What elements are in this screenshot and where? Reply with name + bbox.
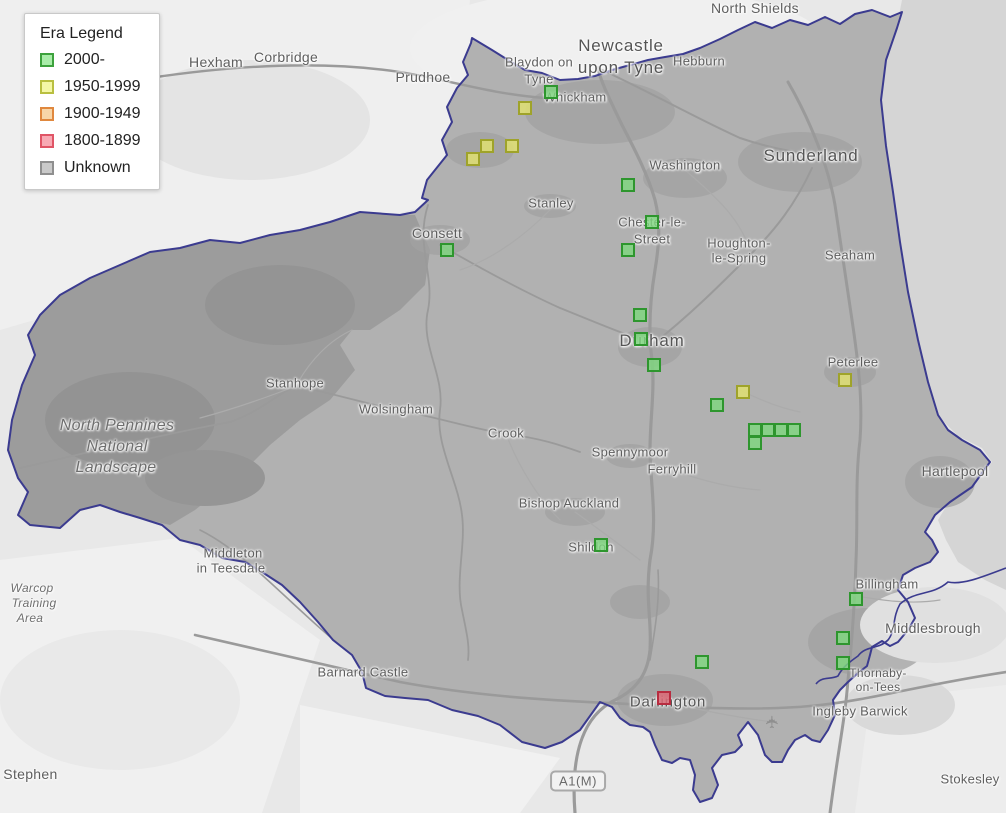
era-marker[interactable] [645, 215, 659, 229]
era-marker[interactable] [440, 243, 454, 257]
era-marker[interactable] [621, 243, 635, 257]
era-marker[interactable] [544, 85, 558, 99]
era-marker[interactable] [748, 423, 762, 437]
legend-item: 1950-1999 [40, 79, 141, 95]
road-badge-a1m: A1(M) [550, 770, 606, 792]
era-marker[interactable] [518, 101, 532, 115]
era-marker[interactable] [505, 139, 519, 153]
legend-item: 1800-1899 [40, 133, 141, 149]
era-marker[interactable] [466, 152, 480, 166]
era-legend: Era Legend 2000- 1950-1999 1900-1949 1800-1… [24, 13, 160, 190]
legend-item: 1900-1949 [40, 106, 141, 122]
era-marker[interactable] [761, 423, 775, 437]
legend-item: 2000- [40, 52, 141, 68]
legend-swatch-icon [40, 107, 54, 121]
era-marker[interactable] [787, 423, 801, 437]
legend-item-label: 1950-1999 [64, 78, 141, 95]
legend-item: Unknown [40, 160, 141, 176]
era-marker[interactable] [647, 358, 661, 372]
legend-item-label: 1900-1949 [64, 105, 141, 122]
era-marker[interactable] [836, 631, 850, 645]
map-canvas[interactable]: ✈ North Shields Newcastle upon Tyne Hebburn… [0, 0, 1006, 813]
era-marker[interactable] [710, 398, 724, 412]
legend-title: Era Legend [40, 25, 123, 42]
era-marker[interactable] [736, 385, 750, 399]
legend-item-label: 2000- [64, 51, 105, 68]
era-marker[interactable] [849, 592, 863, 606]
era-marker[interactable] [633, 308, 647, 322]
era-marker[interactable] [634, 332, 648, 346]
era-marker[interactable] [695, 655, 709, 669]
legend-swatch-icon [40, 161, 54, 175]
legend-item-label: Unknown [64, 159, 131, 176]
legend-swatch-icon [40, 53, 54, 67]
era-marker[interactable] [774, 423, 788, 437]
era-marker[interactable] [657, 691, 671, 705]
era-marker[interactable] [594, 538, 608, 552]
legend-swatch-icon [40, 134, 54, 148]
era-marker[interactable] [621, 178, 635, 192]
airport-icon: ✈ [763, 714, 782, 730]
era-marker[interactable] [748, 436, 762, 450]
era-marker[interactable] [838, 373, 852, 387]
legend-item-label: 1800-1899 [64, 132, 141, 149]
era-marker[interactable] [836, 656, 850, 670]
legend-swatch-icon [40, 80, 54, 94]
era-marker[interactable] [480, 139, 494, 153]
